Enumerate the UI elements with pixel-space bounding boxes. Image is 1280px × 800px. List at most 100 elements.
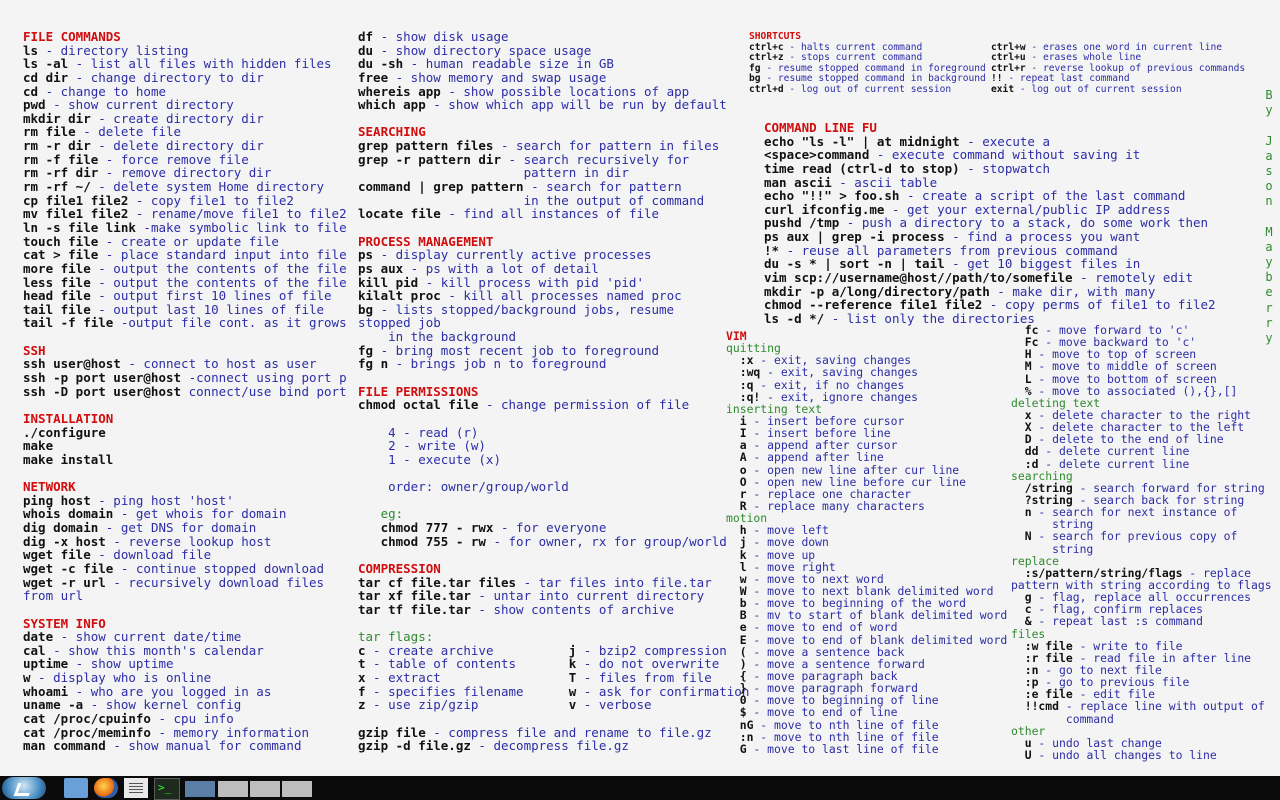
command-entry: man command - show manual for command [23,739,343,753]
byline-letter: J [1265,133,1273,148]
command-entry: du -s * | sort -n | tail - get 10 bigges… [764,257,1244,271]
command-description: - verbose [576,697,652,713]
command-text: exit [991,83,1015,95]
section-heading-line: SYSTEM INFO [23,616,343,631]
byline-letter: b [1265,270,1273,285]
subsection-line: tar flags: [358,630,713,644]
command-entry: echo "ls -l" | at midnight - execute a [764,134,1244,149]
command-description: - decompress file.gz [470,738,629,754]
command-entry: touch file - create or update file [23,234,343,249]
command-text: ctrl+w [991,41,1026,53]
command-text: which app [358,97,426,113]
command-description: connect/use bind port [181,383,347,399]
workspace-4[interactable] [282,781,312,797]
command-text: ctrl+d [749,83,784,95]
command-entry: bg - lists stopped/background jobs, resu… [358,302,713,317]
byline-letter: s [1265,163,1273,178]
workspace-2[interactable] [218,781,248,797]
command-entry: locate file - find all instances of file [358,207,713,221]
command-description: - resume stopped command in foreground [760,62,986,74]
byline-letter: r [1265,300,1273,315]
command-entry: chmod 777 - rwx - for everyone [358,521,713,535]
command-description: - resume stopped command in background [760,73,986,85]
command-text: tar tf file.tar [358,601,471,617]
shortcuts-right: ctrl+w - erases one word in current line… [991,32,1251,96]
command-description: - erases whole line [1025,52,1142,64]
command-entry: gzip file - compress file and rename to … [358,725,713,740]
command-entry: which app - show which app will be run b… [358,97,727,113]
command-entry: echo "!!" > foo.sh - create a script of … [764,189,1244,203]
command-line-fu: COMMAND LINE FU echo "ls -l" | at midnigh… [764,121,1244,326]
workspace-1[interactable] [185,781,215,797]
byline-vertical: ByJasonMayberry [1263,88,1275,346]
command-description: - show contents of archive [470,601,675,617]
command-entry: cal - show this month's calendar [23,644,343,658]
command-entry: U - undo all changes to line [1011,749,1266,761]
command-description: - stopwatch [959,160,1050,176]
command-text: make install [23,451,114,467]
command-description: - find all instances of file [440,206,660,222]
text-editor-icon[interactable] [124,778,148,798]
byline-letter: B [1265,88,1273,102]
section-heading-line: SEARCHING [358,125,713,139]
command-entry: rm file - delete file [23,125,343,139]
command-text: fg [749,62,761,74]
command-entry: chmod 755 - rw - for owner, rx for group… [358,533,727,549]
command-entry: from url [23,589,343,603]
command-entry: pushd /tmp - push a directory to a stack… [764,216,1244,230]
command-text: U [1011,747,1032,762]
command-entry: ln -s file link -make symbolic link to f… [23,221,347,235]
command-entry: whoami - who are you logged in as [23,684,343,699]
command-description: from url [23,588,84,604]
command-entry: pattern in dir [358,166,713,180]
command-entry: rm -rf ~/ - delete system Home directory [23,180,343,194]
command-description: - change permission of file [478,397,690,413]
command-entry: x - extract T - files from file [358,671,713,685]
command-description: - log out of current session [1014,83,1182,95]
command-entry: make install [23,453,343,467]
byline-letter: e [1265,285,1273,300]
command-entry: 1 - execute (x) [358,453,713,467]
command-entry: cat /proc/meminfo - memory information [23,725,343,740]
command-entry: chmod --reference file1 file2 - copy per… [764,298,1244,312]
workspace-3[interactable] [250,781,280,797]
byline-letter: y [1265,255,1273,270]
start-orb-icon[interactable] [2,777,46,799]
command-entry: grep -r pattern dir - search recursively… [358,152,713,167]
command-entry: tar xf file.tar - untar into current dir… [358,589,713,603]
file-manager-icon[interactable] [64,778,88,798]
subsection-line: eg: [358,507,713,521]
command-description: - move to last line of file [746,741,939,756]
command-description: - stops current command [783,52,923,64]
terminal-icon[interactable] [154,778,180,800]
command-text: gzip -d file.gz [358,738,471,754]
command-entry: rm -f file - force remove file [23,152,343,167]
command-entry: du - show directory space usage [358,43,713,58]
vim-right-column: fc - move forward to 'c' Fc - move backw… [1011,324,1272,761]
command-description: - show which app will be run by default [425,97,727,113]
firefox-icon[interactable] [94,778,118,798]
command-description: - show manual for command [105,738,302,754]
command-entry: pwd - show current directory [23,98,343,112]
command-description: 1 - execute (x) [358,451,501,467]
command-description: - for owner, rx for group/world [485,533,727,549]
command-entry: w - display who is online [23,671,343,685]
command-description: - halts current command [783,41,923,53]
command-text: chmod 755 - rw [358,533,486,549]
byline-letter: a [1265,239,1273,254]
command-entry: ls -al - list all files with hidden file… [23,57,343,71]
command-description: - repeat last :s command [1031,614,1204,629]
command-entry: 2 - write (w) [358,439,713,453]
command-text: ls -d */ [764,310,825,326]
disk-search-process-column: df - show disk usage du - show directory … [358,30,749,754]
